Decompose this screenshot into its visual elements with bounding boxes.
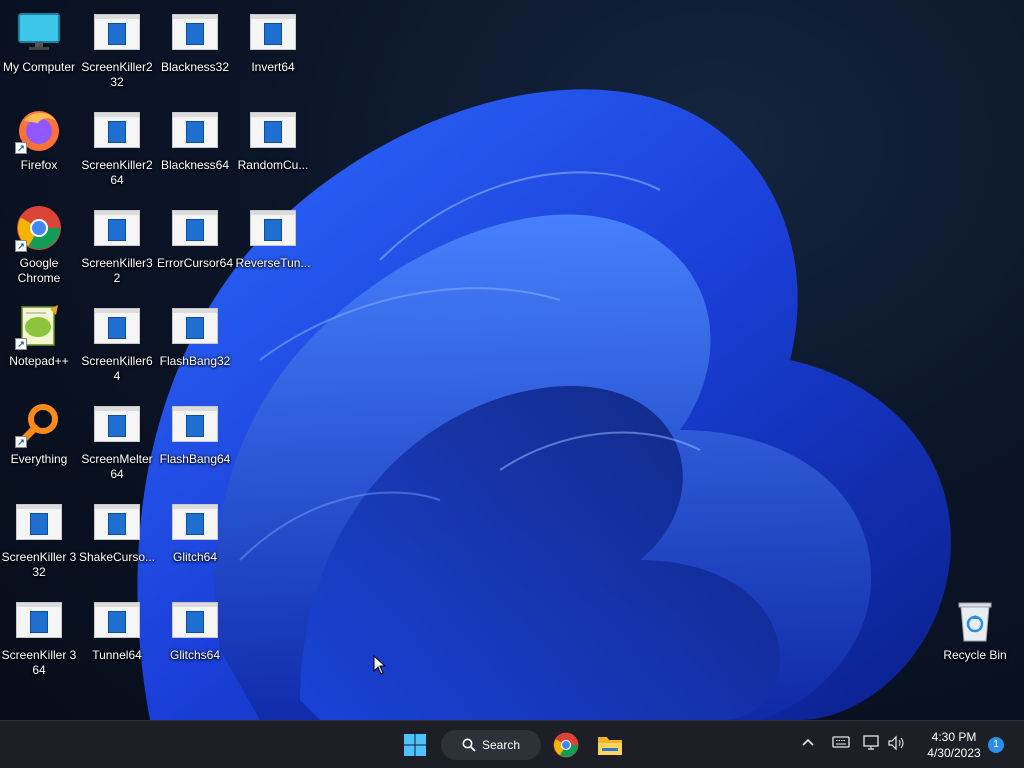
- desktop-icon-invert64[interactable]: Invert64: [234, 8, 312, 75]
- desktop-icon-glitchs64[interactable]: Glitchs64: [156, 596, 234, 663]
- app-window-icon: [15, 596, 63, 644]
- desktop-icon-label: ScreenKiller2 64: [81, 158, 153, 187]
- mouse-cursor-icon: [373, 655, 387, 675]
- shortcut-arrow-icon: ↗: [15, 436, 27, 448]
- desktop-icon-screenkiller-3-32[interactable]: ScreenKiller 3 32: [0, 498, 78, 580]
- chrome-icon: ↗: [15, 204, 63, 252]
- desktop-icon-label: FlashBang64: [159, 452, 231, 466]
- file-explorer-icon: [598, 737, 622, 755]
- desktop-icon-my-computer[interactable]: My Computer: [0, 8, 78, 75]
- taskbar-search-button[interactable]: Search: [441, 730, 541, 760]
- desktop-icon-label: Invert64: [251, 60, 295, 74]
- desktop-icon-blackness32[interactable]: Blackness32: [156, 8, 234, 75]
- app-window-icon: [93, 106, 141, 154]
- app-window-icon: [93, 498, 141, 546]
- app-window-icon: [93, 302, 141, 350]
- desktop-icon-label: ShakeCurso...: [78, 550, 156, 564]
- app-window-icon: [249, 204, 297, 252]
- desktop-icon-screenkiller-3-64[interactable]: ScreenKiller 3 64: [0, 596, 78, 678]
- desktop[interactable]: My Computer ↗ Firefox ↗ Google Chrome ↗ …: [0, 0, 1024, 720]
- desktop-icon-tunnel64[interactable]: Tunnel64: [78, 596, 156, 663]
- app-window-icon: [171, 302, 219, 350]
- desktop-icon-screenkiller64[interactable]: ScreenKiller64: [78, 302, 156, 384]
- search-label: Search: [481, 738, 521, 752]
- app-window-icon: [249, 8, 297, 56]
- windows-logo-icon: [404, 734, 426, 756]
- app-window-icon: [171, 498, 219, 546]
- desktop-icon-randomcursor[interactable]: RandomCu...: [234, 106, 312, 173]
- keyboard-icon[interactable]: [832, 735, 850, 752]
- desktop-icon-flashbang32[interactable]: FlashBang32: [156, 302, 234, 369]
- search-icon: [462, 738, 476, 752]
- desktop-icon-label: FlashBang32: [159, 354, 231, 368]
- desktop-icon-google-chrome[interactable]: ↗ Google Chrome: [0, 204, 78, 286]
- magnifier-icon: ↗: [15, 400, 63, 448]
- clock-date: 4/30/2023: [927, 746, 981, 760]
- desktop-icon-label: Google Chrome: [17, 256, 61, 285]
- taskbar-chrome-button[interactable]: [548, 727, 584, 763]
- desktop-icon-screenkiller32[interactable]: ScreenKiller32: [78, 204, 156, 286]
- desktop-icon-label: Glitchs64: [169, 648, 221, 662]
- desktop-icon-label: ScreenKiller 3 32: [1, 550, 77, 579]
- desktop-icon-screenkiller2-32[interactable]: ScreenKiller2 32: [78, 8, 156, 90]
- taskbar: Search 4:30 PM 4/30/2023 1: [0, 720, 1024, 768]
- desktop-icon-label: ScreenMelter 64: [81, 452, 153, 481]
- desktop-icon-label: ScreenKiller2 32: [81, 60, 153, 89]
- network-icon[interactable]: [863, 735, 881, 754]
- desktop-icon-label: ErrorCursor64: [156, 256, 234, 270]
- desktop-icon-label: ScreenKiller64: [81, 354, 153, 383]
- app-window-icon: [171, 400, 219, 448]
- desktop-icon-label: RandomCu...: [237, 158, 309, 172]
- app-window-icon: [249, 106, 297, 154]
- app-window-icon: [93, 204, 141, 252]
- desktop-icon-label: ReverseTun...: [235, 256, 311, 270]
- recycle-bin-icon: [951, 596, 999, 644]
- desktop-icon-glitch64[interactable]: Glitch64: [156, 498, 234, 565]
- app-window-icon: [171, 106, 219, 154]
- chrome-icon: [553, 732, 579, 758]
- desktop-icon-label: My Computer: [2, 60, 76, 74]
- taskbar-clock[interactable]: 4:30 PM 4/30/2023: [914, 729, 994, 761]
- firefox-icon: ↗: [15, 106, 63, 154]
- desktop-icon-recycle-bin[interactable]: Recycle Bin: [936, 596, 1014, 663]
- desktop-icon-shakecursor[interactable]: ShakeCurso...: [78, 498, 156, 565]
- desktop-icon-label: ScreenKiller32: [81, 256, 153, 285]
- shortcut-arrow-icon: ↗: [15, 240, 27, 252]
- app-window-icon: [171, 204, 219, 252]
- desktop-icon-notepad-plus-plus[interactable]: ↗ Notepad++: [0, 302, 78, 369]
- start-button[interactable]: [397, 727, 433, 763]
- desktop-icon-screenmelter-64[interactable]: ScreenMelter 64: [78, 400, 156, 482]
- desktop-icon-label: Notepad++: [9, 354, 69, 368]
- clock-time: 4:30 PM: [931, 730, 977, 744]
- desktop-icon-label: Firefox: [20, 158, 58, 172]
- notepad-plus-plus-icon: ↗: [15, 302, 63, 350]
- desktop-icon-label: Recycle Bin: [943, 648, 1007, 662]
- desktop-icon-label: Glitch64: [172, 550, 218, 564]
- app-window-icon: [93, 8, 141, 56]
- app-window-icon: [93, 400, 141, 448]
- shortcut-arrow-icon: ↗: [15, 142, 27, 154]
- app-window-icon: [171, 8, 219, 56]
- desktop-icon-everything[interactable]: ↗ Everything: [0, 400, 78, 467]
- app-window-icon: [171, 596, 219, 644]
- desktop-icon-label: ScreenKiller 3 64: [1, 648, 77, 677]
- desktop-icon-label: Blackness32: [160, 60, 230, 74]
- volume-icon[interactable]: [888, 735, 906, 754]
- taskbar-file-explorer-button[interactable]: [592, 727, 628, 763]
- app-window-icon: [15, 498, 63, 546]
- desktop-icon-label: Everything: [10, 452, 68, 466]
- shortcut-arrow-icon: ↗: [15, 338, 27, 350]
- desktop-icon-reversetunnel[interactable]: ReverseTun...: [234, 204, 312, 271]
- desktop-icon-flashbang64[interactable]: FlashBang64: [156, 400, 234, 467]
- desktop-icon-screenkiller2-64[interactable]: ScreenKiller2 64: [78, 106, 156, 188]
- notification-badge[interactable]: 1: [988, 737, 1004, 753]
- monitor-icon: [15, 8, 63, 56]
- desktop-icon-label: Tunnel64: [92, 648, 142, 662]
- desktop-icon-blackness64[interactable]: Blackness64: [156, 106, 234, 173]
- chevron-up-icon[interactable]: [801, 735, 815, 752]
- desktop-icon-firefox[interactable]: ↗ Firefox: [0, 106, 78, 173]
- desktop-icon-errorcursor64[interactable]: ErrorCursor64: [156, 204, 234, 271]
- desktop-icon-label: Blackness64: [160, 158, 230, 172]
- app-window-icon: [93, 596, 141, 644]
